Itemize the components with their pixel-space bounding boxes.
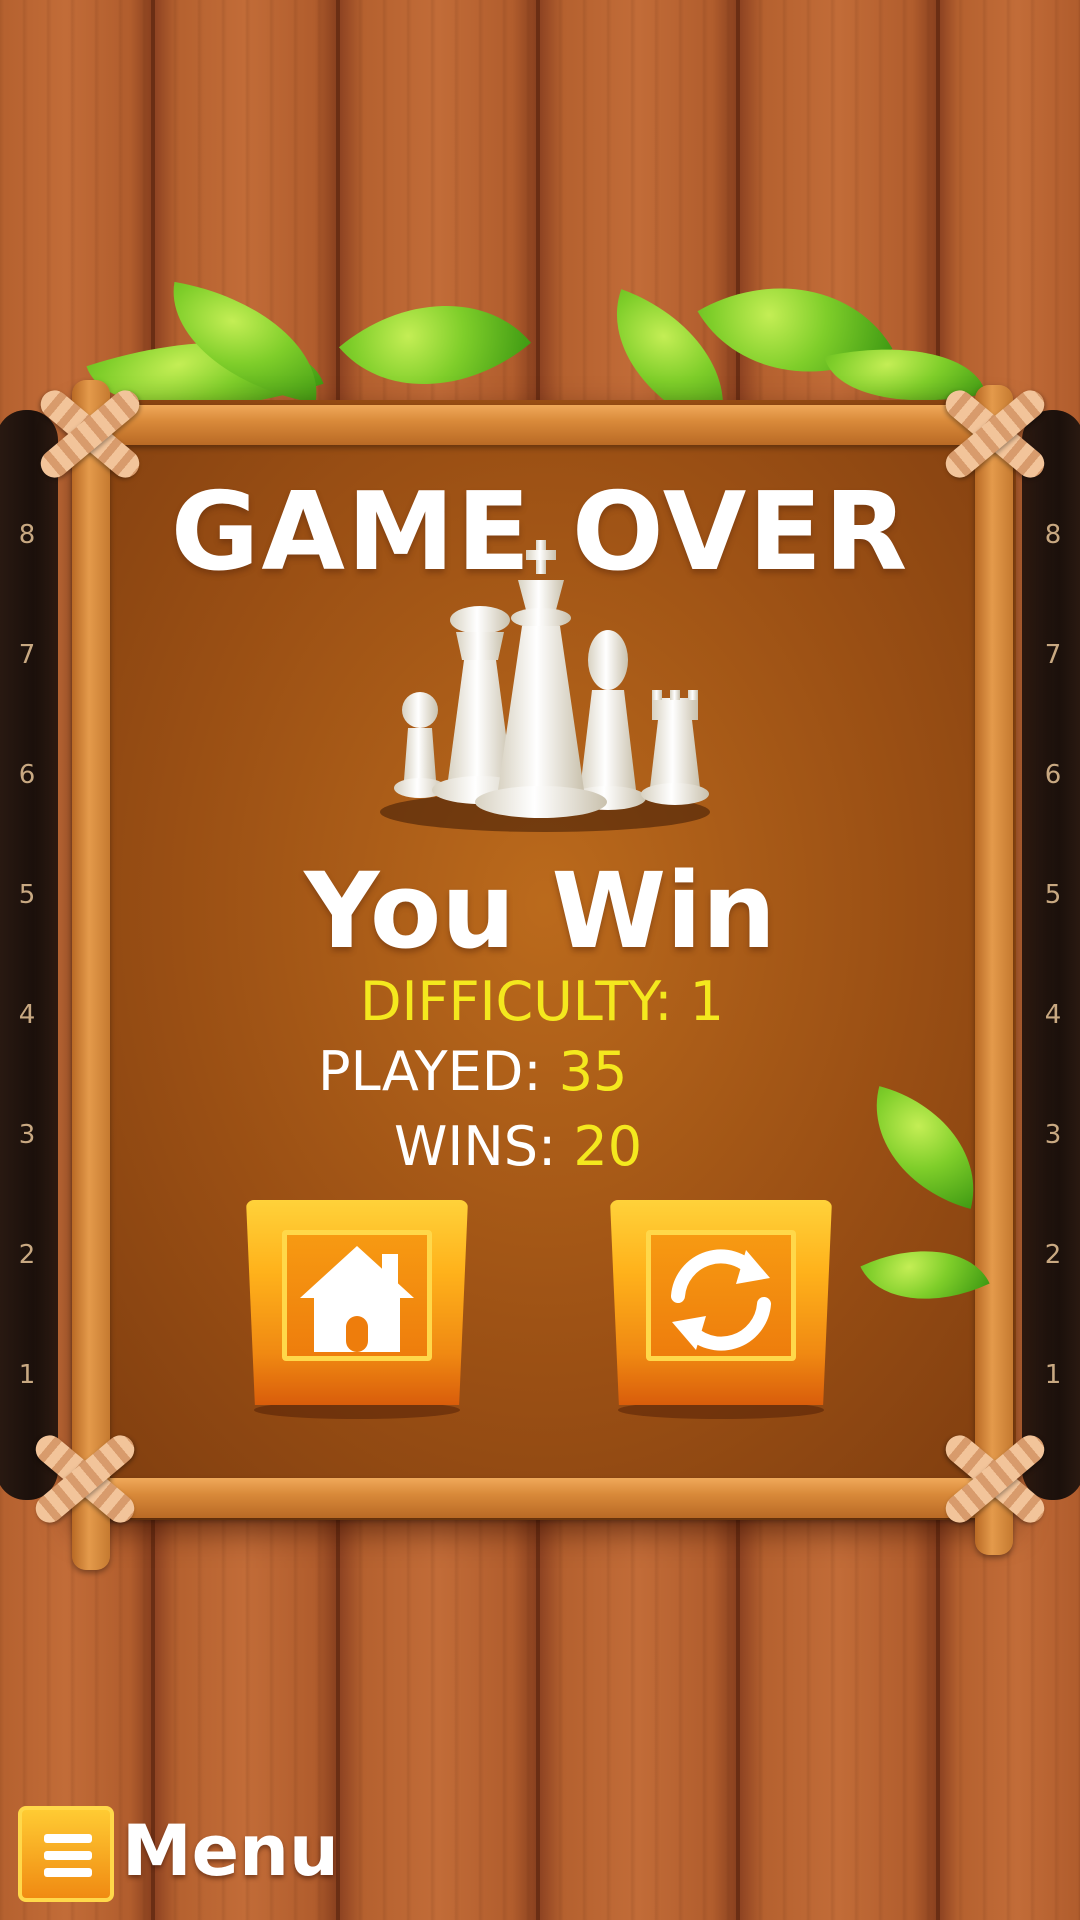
hamburger-bar xyxy=(44,1834,92,1843)
rank-label: 6 xyxy=(1044,760,1062,790)
rank-label: 4 xyxy=(1044,1000,1062,1030)
rank-label: 1 xyxy=(18,1360,36,1390)
home-icon xyxy=(300,1246,414,1352)
played-stat: PLAYED: 35 xyxy=(318,1040,627,1103)
result-text: You Win xyxy=(304,850,776,972)
frame-stick-bottom xyxy=(80,1478,1010,1518)
hamburger-icon xyxy=(18,1806,114,1902)
played-label: PLAYED: xyxy=(318,1040,542,1103)
rank-label: 1 xyxy=(1044,1360,1062,1390)
wins-stat: WINS: 20 xyxy=(394,1115,642,1178)
home-button[interactable] xyxy=(246,1200,468,1419)
rank-label: 7 xyxy=(1044,640,1062,670)
wins-label: WINS: xyxy=(394,1115,557,1178)
restart-icon xyxy=(671,1249,771,1351)
restart-button[interactable] xyxy=(610,1200,832,1419)
rank-label: 2 xyxy=(18,1240,36,1270)
played-value: 35 xyxy=(558,1040,628,1103)
difficulty-label: DIFFICULTY: xyxy=(360,970,673,1033)
game-over-screen: 8 7 6 5 4 3 2 1 8 7 6 5 4 3 2 1 GAME OVE… xyxy=(0,0,1080,1920)
wins-value: 20 xyxy=(573,1115,643,1178)
menu-label: Menu xyxy=(122,1810,339,1892)
menu-button[interactable]: Menu xyxy=(18,1806,339,1906)
chess-pieces-icon xyxy=(380,540,710,832)
rank-label: 4 xyxy=(18,1000,36,1030)
rank-label: 7 xyxy=(18,640,36,670)
rank-label: 3 xyxy=(18,1120,36,1150)
rank-label: 2 xyxy=(1044,1240,1062,1270)
frame-stick-top xyxy=(90,405,1000,445)
rank-label: 3 xyxy=(1044,1120,1062,1150)
hamburger-bar xyxy=(44,1851,92,1860)
difficulty-value: 1 xyxy=(689,970,724,1033)
rank-label: 6 xyxy=(18,760,36,790)
hamburger-bar xyxy=(44,1868,92,1877)
difficulty-stat: DIFFICULTY: 1 xyxy=(360,970,724,1033)
